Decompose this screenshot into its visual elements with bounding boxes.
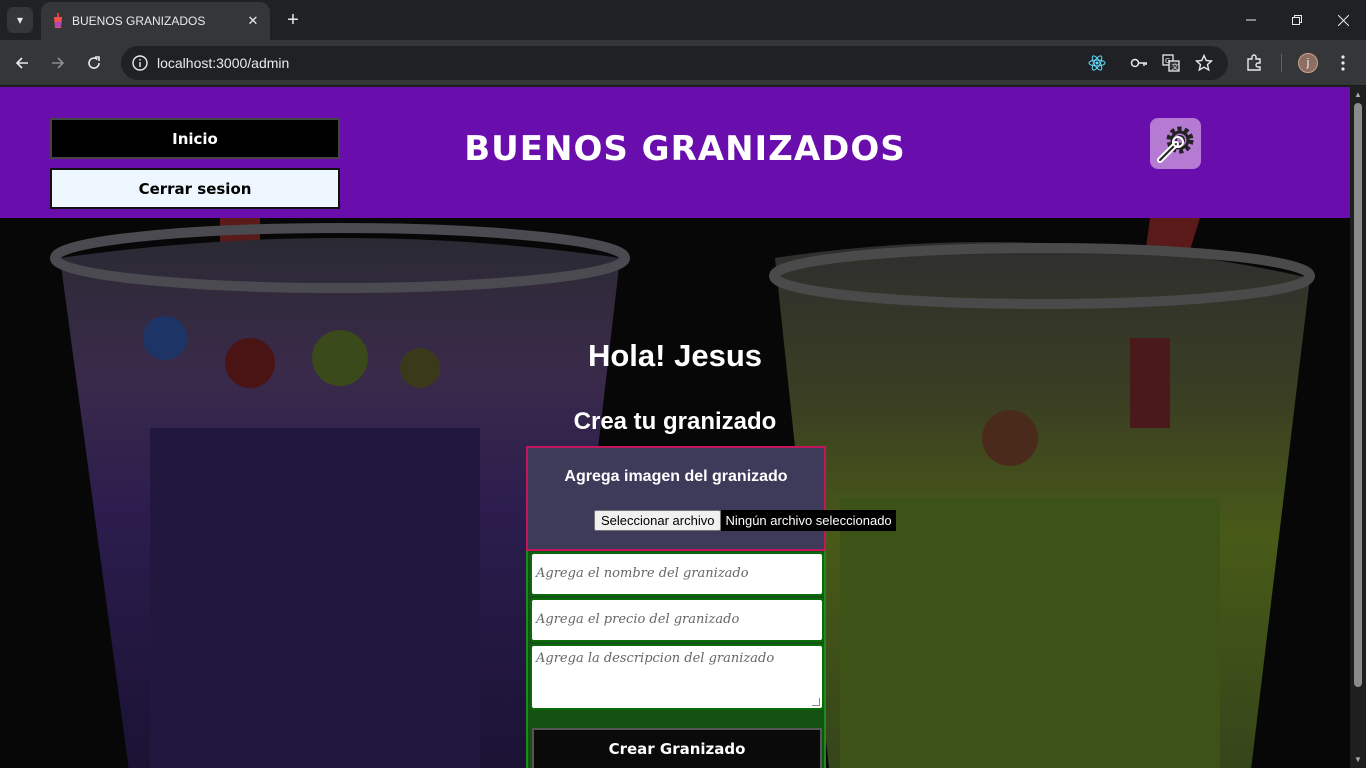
translate-icon[interactable]: G文: [1161, 53, 1181, 73]
settings-button[interactable]: [1150, 118, 1201, 169]
granizado-cup-favicon-icon: [54, 13, 62, 28]
password-key-icon[interactable]: [1129, 53, 1149, 73]
extensions-puzzle-icon[interactable]: [1243, 52, 1265, 74]
page-scrollbar[interactable]: ▲ ▼: [1350, 87, 1366, 768]
profile-avatar[interactable]: j: [1298, 53, 1318, 73]
tab-close-icon[interactable]: ✕: [244, 12, 262, 30]
restore-icon[interactable]: [1274, 0, 1320, 40]
name-input[interactable]: Agrega el nombre del granizado: [530, 552, 824, 596]
description-placeholder: Agrega la descripcion del granizado: [536, 651, 775, 666]
forward-arrow-icon[interactable]: [46, 51, 70, 75]
create-subtitle: Crea tu granizado: [573, 408, 777, 435]
browser-tab[interactable]: BUENOS GRANIZADOS ✕: [41, 2, 270, 40]
scroll-thumb[interactable]: [1354, 103, 1362, 687]
site-header: Inicio Cerrar sesion BUENOS GRANIZADOS: [0, 87, 1350, 218]
back-arrow-icon[interactable]: [10, 51, 34, 75]
create-granizado-form: Agrega imagen del granizado Seleccionar …: [526, 446, 896, 768]
tab-title: BUENOS GRANIZADOS: [72, 14, 206, 28]
settings-wrench-gear-icon: [1156, 126, 1193, 163]
inicio-button[interactable]: Inicio: [50, 118, 340, 159]
price-input[interactable]: Agrega el precio del granizado: [530, 598, 824, 642]
tab-search-chevron-icon[interactable]: ▾: [7, 7, 33, 33]
close-window-icon[interactable]: [1320, 0, 1366, 40]
minimize-icon[interactable]: [1228, 0, 1274, 40]
browser-toolbar: localhost:3000/admin G文 j: [0, 40, 1366, 86]
more-menu-icon[interactable]: [1332, 52, 1354, 74]
toolbar-separator: [1281, 54, 1282, 72]
file-input[interactable]: Seleccionar archivo Ningún archivo selec…: [594, 510, 896, 531]
bookmark-star-icon[interactable]: [1194, 53, 1214, 73]
create-granizado-button[interactable]: Crear Granizado: [532, 728, 822, 768]
greeting-heading: Hola! Jesus: [587, 338, 762, 373]
hero-section: Hola! Jesus Crea tu granizado Agrega ima…: [0, 218, 1350, 768]
react-devtools-icon[interactable]: [1087, 53, 1107, 73]
page-viewport: Inicio Cerrar sesion BUENOS GRANIZADOS H…: [0, 87, 1350, 768]
new-tab-plus-icon[interactable]: +: [282, 9, 304, 31]
scroll-up-arrow-icon[interactable]: ▲: [1354, 91, 1362, 99]
url-text[interactable]: localhost:3000/admin: [157, 55, 289, 71]
select-file-button[interactable]: Seleccionar archivo: [594, 510, 722, 531]
address-bar[interactable]: localhost:3000/admin G文: [121, 46, 1228, 80]
resize-handle-icon[interactable]: [812, 698, 820, 706]
browser-tab-bar: ▾ BUENOS GRANIZADOS ✕ +: [0, 0, 1366, 40]
site-title: BUENOS GRANIZADOS: [464, 129, 906, 169]
logout-button[interactable]: Cerrar sesion: [50, 168, 340, 209]
file-status-text: Ningún archivo seleccionado: [721, 510, 896, 531]
scroll-down-arrow-icon[interactable]: ▼: [1354, 756, 1362, 764]
svg-text:文: 文: [1172, 62, 1179, 71]
image-upload-label: Agrega imagen del granizado: [564, 468, 788, 485]
description-textarea[interactable]: Agrega la descripcion del granizado: [530, 644, 824, 710]
site-info-icon[interactable]: [131, 54, 149, 72]
reload-icon[interactable]: [82, 51, 106, 75]
svg-text:G: G: [1165, 57, 1170, 65]
image-upload-section: Agrega imagen del granizado Seleccionar …: [526, 446, 896, 551]
